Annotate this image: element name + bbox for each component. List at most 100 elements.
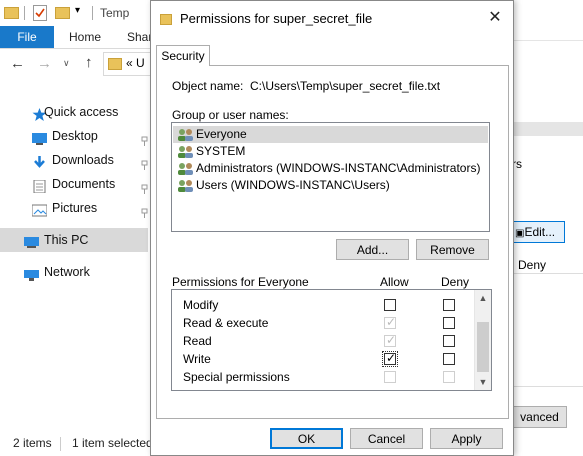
pictures-icon	[31, 201, 48, 217]
pc-icon	[24, 233, 39, 248]
nav-label: Desktop	[52, 129, 98, 143]
users-icon	[177, 179, 195, 192]
list-item-label: SYSTEM	[196, 144, 246, 158]
edit-button-label: Edit...	[524, 225, 556, 239]
advanced-button-label: vanced	[520, 410, 559, 424]
network-icon	[24, 265, 39, 281]
scroll-down-icon[interactable]: ▼	[475, 374, 491, 390]
perm-row-read: Read ✓	[172, 332, 474, 350]
new-folder-icon[interactable]	[55, 7, 70, 19]
permissions-header: Permissions for Everyone	[172, 275, 309, 289]
nav-downloads[interactable]: Downloads	[0, 148, 148, 172]
permissions-list[interactable]: Modify Read & execute ✓ Read ✓ Write ✓ S…	[171, 289, 492, 391]
tab-share[interactable]: Shar	[127, 26, 152, 48]
perm-row-special: Special permissions	[172, 368, 474, 386]
pin-icon[interactable]	[141, 178, 148, 194]
list-item-label: Everyone	[196, 127, 247, 141]
apply-button[interactable]: Apply	[430, 428, 503, 449]
tab-home[interactable]: Home	[69, 26, 101, 48]
add-button[interactable]: Add...	[336, 239, 409, 260]
desktop-icon	[32, 129, 47, 145]
users-icon	[177, 128, 195, 141]
recent-dropdown-icon[interactable]: ∨	[63, 58, 70, 69]
list-item-everyone[interactable]: Everyone	[173, 126, 488, 143]
checkmark-icon: ✓	[385, 315, 397, 329]
folder-icon	[4, 7, 19, 19]
status-selection: 1 item selected	[72, 436, 153, 450]
perm-row-modify: Modify	[172, 296, 474, 314]
nav-label: This PC	[44, 233, 89, 247]
window-title: Temp	[100, 6, 130, 20]
list-header	[512, 122, 583, 136]
tab-security[interactable]: Security	[156, 45, 210, 66]
nav-label: Quick access	[44, 105, 119, 119]
allow-checkbox-special	[384, 371, 396, 383]
nav-label: Network	[44, 265, 90, 279]
properties-icon[interactable]	[33, 5, 47, 21]
forward-arrow-icon[interactable]: →	[37, 55, 52, 72]
allow-checkbox-read-execute: ✓	[384, 315, 397, 329]
permissions-scrollbar[interactable]: ▲ ▼	[474, 290, 491, 390]
divider	[60, 437, 61, 451]
nav-documents[interactable]: Documents	[0, 172, 148, 196]
allow-checkbox-write[interactable]: ✓	[382, 351, 398, 367]
divider	[24, 6, 25, 20]
list-item-label: Administrators (WINDOWS-INSTANC\Administ…	[196, 161, 481, 175]
scroll-up-icon[interactable]: ▲	[475, 290, 491, 306]
deny-checkbox-write[interactable]	[443, 353, 455, 365]
perm-label: Modify	[183, 298, 219, 312]
list-item-system[interactable]: SYSTEM	[173, 143, 488, 160]
address-bar[interactable]: « U	[103, 52, 155, 76]
status-item-count: 2 items	[13, 436, 52, 450]
ok-button[interactable]: OK	[270, 428, 343, 449]
scroll-thumb[interactable]	[477, 322, 489, 372]
pin-icon[interactable]	[141, 130, 148, 146]
deny-header: Deny	[518, 258, 547, 272]
allow-header: Allow	[380, 275, 409, 289]
nav-this-pc[interactable]: This PC	[0, 228, 148, 252]
perm-row-write: Write ✓	[172, 350, 474, 368]
group-label: Group or user names:	[172, 108, 289, 122]
remove-button[interactable]: Remove	[416, 239, 489, 260]
list-item-users[interactable]: Users (WINDOWS-INSTANC\Users)	[173, 177, 488, 194]
deny-checkbox-special	[443, 371, 455, 383]
documents-icon	[32, 177, 47, 194]
allow-checkbox-modify[interactable]	[384, 299, 396, 311]
deny-checkbox-modify[interactable]	[443, 299, 455, 311]
up-arrow-icon[interactable]: ↑	[85, 54, 93, 71]
perm-label: Read	[183, 334, 212, 348]
close-icon[interactable]: ✕	[487, 10, 503, 26]
nav-desktop[interactable]: Desktop	[0, 124, 148, 148]
users-icon	[177, 145, 195, 158]
perm-label: Special permissions	[183, 370, 290, 384]
list-item-administrators[interactable]: Administrators (WINDOWS-INSTANC\Administ…	[173, 160, 488, 177]
deny-checkbox-read[interactable]	[443, 335, 455, 347]
back-arrow-icon[interactable]: ←	[10, 55, 25, 72]
permissions-dialog: Permissions for super_secret_file ✕ Secu…	[150, 0, 514, 456]
qat-dropdown-icon[interactable]: ▾	[75, 5, 80, 16]
edit-button[interactable]: ▣Edit...	[512, 221, 565, 243]
advanced-button[interactable]: vanced	[512, 406, 567, 428]
nav-label: Pictures	[52, 201, 98, 215]
users-icon	[177, 162, 195, 175]
perm-list-fragment	[512, 273, 583, 387]
tab-file[interactable]: File	[0, 26, 54, 48]
object-name-label: Object name:	[172, 79, 244, 93]
checkmark-icon: ✓	[385, 333, 397, 347]
cancel-button[interactable]: Cancel	[350, 428, 423, 449]
perm-label: Write	[183, 352, 211, 366]
deny-checkbox-read-execute[interactable]	[443, 317, 455, 329]
folder-icon	[108, 58, 122, 70]
group-user-list[interactable]: Everyone SYSTEM Administrators (WINDOWS-…	[171, 122, 490, 232]
nav-network[interactable]: Network	[0, 260, 148, 284]
perm-label: Read & execute	[183, 316, 269, 330]
pin-icon[interactable]	[141, 202, 148, 218]
dialog-title: Permissions for super_secret_file	[180, 11, 373, 26]
address-text: « U	[126, 56, 145, 70]
nav-pictures[interactable]: Pictures	[0, 196, 148, 220]
deny-header: Deny	[441, 275, 470, 289]
navigation-bar: ← → ∨ ↑ « U	[0, 49, 155, 79]
window-border	[512, 0, 583, 41]
nav-quick-access[interactable]: Quick access	[0, 100, 148, 124]
pin-icon[interactable]	[141, 154, 148, 170]
